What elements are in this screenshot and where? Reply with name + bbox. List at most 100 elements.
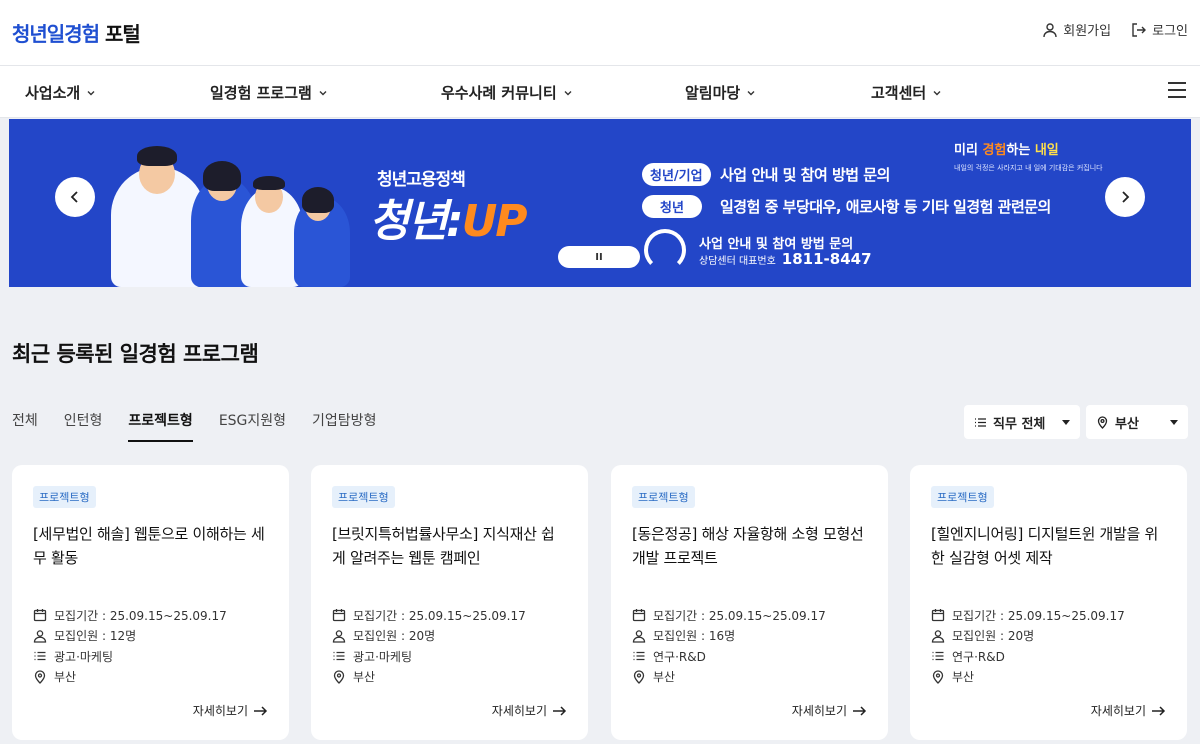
- program-location: 부산: [54, 670, 77, 685]
- top-bar: 청년일경험 포털 회원가입 로그인: [0, 0, 1200, 66]
- headset-icon: [644, 229, 686, 271]
- nav-item-label: 알림마당: [685, 84, 741, 102]
- login-button[interactable]: 로그인: [1131, 20, 1188, 39]
- tab-project[interactable]: 프로젝트형: [128, 410, 193, 442]
- tab-esg[interactable]: ESG지원형: [219, 410, 286, 442]
- program-type-badge: 프로젝트형: [33, 486, 96, 508]
- location-pin-icon: [633, 670, 645, 684]
- details-label: 자세히보기: [1090, 704, 1146, 718]
- login-icon: [1132, 22, 1147, 37]
- program-category: 광고·마케팅: [54, 649, 114, 664]
- region-filter-select[interactable]: 부산: [1086, 405, 1188, 439]
- section-title: 최근 등록된 일경험 프로그램: [12, 342, 259, 366]
- program-period: 모집기간 : 25.09.15~25.09.17: [353, 608, 526, 623]
- program-type-badge: 프로젝트형: [931, 486, 994, 508]
- signup-label: 회원가입: [1063, 24, 1112, 39]
- banner-tag-youth: 청년: [642, 195, 702, 218]
- program-card[interactable]: 프로젝트형 [동은정공] 해상 자율항해 소형 모형선 개발 프로젝트 모집기간…: [611, 465, 888, 740]
- program-meta: 모집기간 : 25.09.15~25.09.17 모집인원 : 16명 연구·R…: [632, 605, 826, 687]
- banner-info-line-2: 일경험 중 부당대우, 애로사항 등 기타 일경험 관련문의: [720, 198, 1051, 216]
- program-meta: 모집기간 : 25.09.15~25.09.17 모집인원 : 20명 광고·마…: [332, 605, 526, 687]
- tab-all[interactable]: 전체: [12, 410, 38, 442]
- banner-brand-sub: 내일의 걱정은 사라지고 내 일에 기대감은 커집니다: [954, 164, 1103, 172]
- nav-item-programs[interactable]: 일경험 프로그램: [210, 82, 328, 103]
- user-icon: [632, 630, 646, 643]
- next-slide-button[interactable]: [1105, 177, 1145, 217]
- nav-item-label: 우수사례 커뮤니티: [441, 84, 557, 102]
- calendar-icon: [931, 609, 945, 622]
- program-type-badge: 프로젝트형: [332, 486, 395, 508]
- top-actions: 회원가입 로그인: [1042, 20, 1188, 39]
- location-pin-icon: [932, 670, 944, 684]
- list-icon: [333, 652, 345, 661]
- program-title[interactable]: [세무법인 해솔] 웹툰으로 이해하는 세무 활동: [33, 522, 269, 570]
- program-category: 광고·마케팅: [353, 649, 413, 664]
- program-card[interactable]: 프로젝트형 [힐엔지니어링] 디지털트윈 개발을 위한 실감형 어셋 제작 모집…: [910, 465, 1187, 740]
- signup-button[interactable]: 회원가입: [1042, 20, 1111, 39]
- nav-item-community[interactable]: 우수사례 커뮤니티: [441, 82, 573, 103]
- arrow-right-icon: [1152, 705, 1166, 716]
- program-meta: 모집기간 : 25.09.15~25.09.17 모집인원 : 12명 광고·마…: [33, 605, 227, 687]
- logo-brand: 청년일경험: [12, 22, 100, 46]
- location-pin-icon: [333, 670, 345, 684]
- program-title[interactable]: [힐엔지니어링] 디지털트윈 개발을 위한 실감형 어셋 제작: [931, 522, 1167, 570]
- program-title[interactable]: [브릿지특허법률사무소] 지식재산 쉽게 알려주는 웹툰 캠페인: [332, 522, 568, 570]
- hero-banner[interactable]: 청년고용정책 청년:UP 청년/기업 사업 안내 및 참여 방법 문의 청년 일…: [9, 119, 1191, 287]
- banner-policy-prefix: 청년:: [369, 196, 464, 247]
- details-link[interactable]: 자세히보기: [492, 702, 567, 719]
- calendar-icon: [33, 609, 47, 622]
- details-link[interactable]: 자세히보기: [1091, 702, 1166, 719]
- program-headcount: 모집인원 : 12명: [54, 629, 137, 644]
- arrow-right-icon: [553, 705, 567, 716]
- region-filter-label: 부산: [1115, 416, 1139, 432]
- list-icon: [975, 417, 986, 427]
- banner-policy-big: 청년:UP: [369, 185, 528, 249]
- list-icon: [633, 652, 645, 661]
- nav-item-support[interactable]: 고객센터: [871, 82, 942, 103]
- program-category: 연구·R&D: [653, 649, 706, 664]
- chevron-down-icon: [87, 90, 95, 95]
- list-icon: [932, 652, 944, 661]
- site-logo[interactable]: 청년일경험 포털: [12, 18, 141, 47]
- program-period: 모집기간 : 25.09.15~25.09.17: [54, 608, 227, 623]
- logo-suffix: 포털: [104, 22, 141, 46]
- program-title[interactable]: [동은정공] 해상 자율항해 소형 모형선 개발 프로젝트: [632, 522, 868, 570]
- nav-item-about[interactable]: 사업소개: [25, 82, 96, 103]
- job-filter-select[interactable]: 직무 전체: [964, 405, 1080, 439]
- details-link[interactable]: 자세히보기: [792, 702, 867, 719]
- banner-brand-c: 하는: [1006, 143, 1031, 158]
- location-pin-icon: [34, 670, 46, 684]
- location-pin-icon: [1097, 415, 1108, 429]
- program-location: 부산: [952, 670, 975, 685]
- nav-item-notice[interactable]: 알림마당: [685, 82, 756, 103]
- banner-phone-number: 1811-8447: [781, 250, 872, 268]
- banner-brand-a: 미리: [954, 143, 978, 158]
- caret-down-icon: [1170, 419, 1178, 425]
- nav-item-label: 고객센터: [871, 84, 927, 102]
- main-nav: 사업소개 일경험 프로그램 우수사례 커뮤니티 알림마당 고객센터: [0, 66, 1200, 118]
- menu-icon[interactable]: [1168, 82, 1186, 98]
- banner-policy-up: UP: [461, 196, 528, 247]
- tab-intern[interactable]: 인턴형: [64, 410, 103, 442]
- program-card[interactable]: 프로젝트형 [세무법인 해솔] 웹툰으로 이해하는 세무 활동 모집기간 : 2…: [12, 465, 289, 740]
- banner-brand: 미리 경험하는 내일: [954, 139, 1059, 158]
- program-tabs: 전체 인턴형 프로젝트형 ESG지원형 기업탐방형: [12, 410, 376, 442]
- details-link[interactable]: 자세히보기: [193, 702, 268, 719]
- chevron-right-icon: [1122, 191, 1130, 203]
- program-type-badge: 프로젝트형: [632, 486, 695, 508]
- user-icon: [931, 630, 945, 643]
- banner-tag-youth-company: 청년/기업: [642, 163, 711, 186]
- program-period: 모집기간 : 25.09.15~25.09.17: [952, 608, 1125, 623]
- details-label: 자세히보기: [791, 704, 847, 718]
- pause-button[interactable]: II: [558, 246, 640, 268]
- chevron-left-icon: [70, 191, 78, 203]
- program-card[interactable]: 프로젝트형 [브릿지특허법률사무소] 지식재산 쉽게 알려주는 웹툰 캠페인 모…: [311, 465, 588, 740]
- list-icon: [34, 652, 46, 661]
- arrow-right-icon: [853, 705, 867, 716]
- calendar-icon: [332, 609, 346, 622]
- tab-company-visit[interactable]: 기업탐방형: [312, 410, 376, 442]
- chevron-down-icon: [933, 90, 941, 95]
- calendar-icon: [632, 609, 646, 622]
- prev-slide-button[interactable]: [55, 177, 95, 217]
- chevron-down-icon: [564, 90, 572, 95]
